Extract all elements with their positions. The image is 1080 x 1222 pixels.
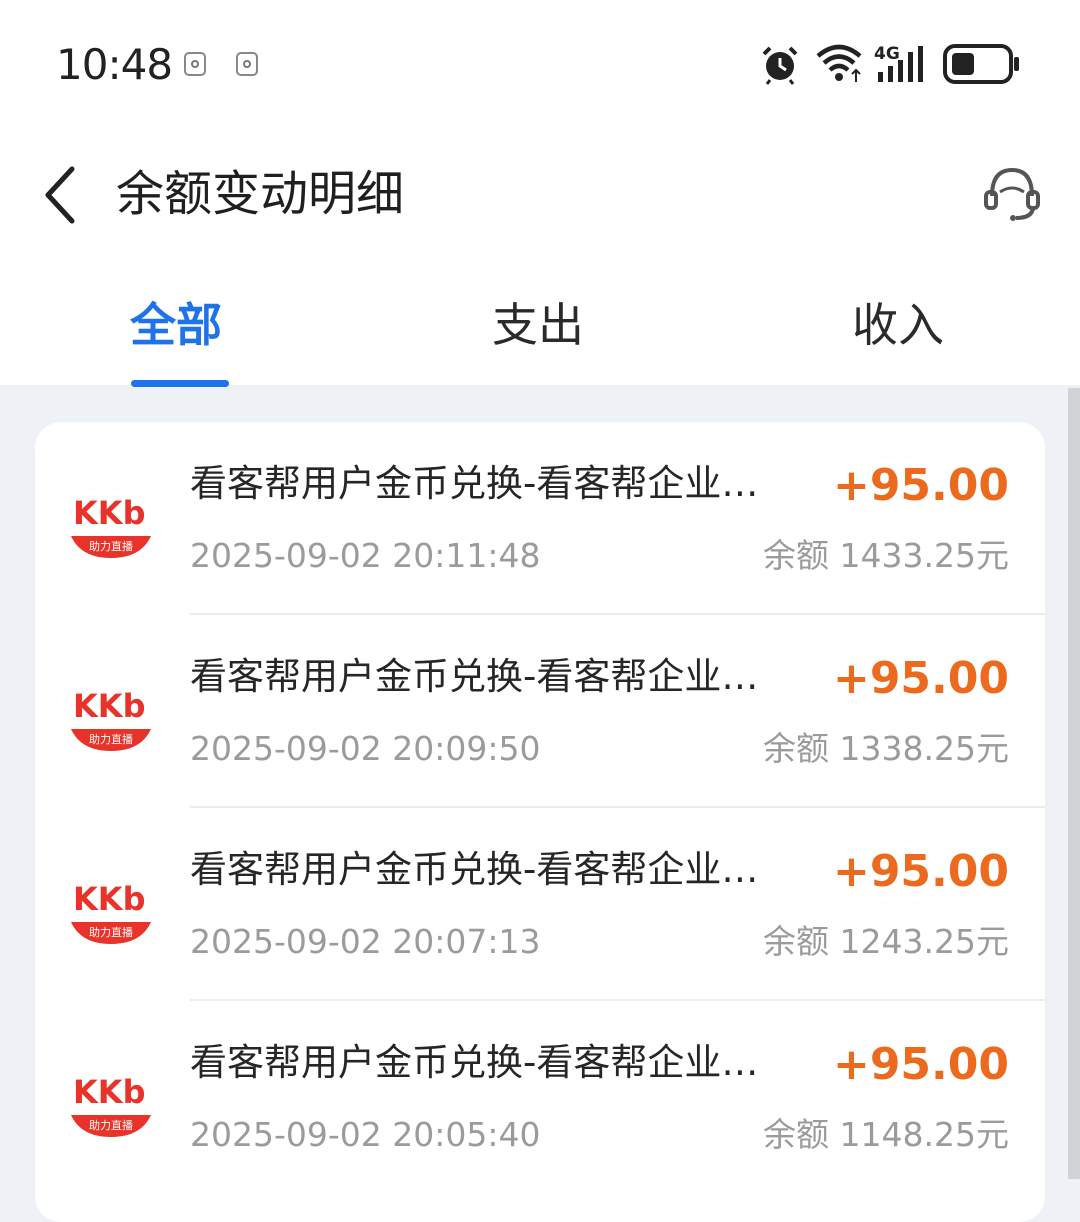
balance-value: 1433.25元 (839, 536, 1009, 575)
svg-text:KKb: KKb (73, 880, 146, 918)
svg-text:KKb: KKb (73, 1073, 146, 1111)
balance-label: 余额 (763, 1115, 830, 1154)
svg-text:KKb: KKb (73, 687, 146, 725)
svg-text:助力直播: 助力直播 (89, 925, 133, 939)
status-time: 10:48 (56, 40, 173, 89)
balance-after: 余额 1243.25元 (763, 920, 1009, 964)
customer-service-icon (984, 167, 1040, 221)
kkb-logo-icon: KKb 助力直播 (71, 687, 151, 751)
balance-after: 余额 1433.25元 (763, 534, 1009, 578)
transaction-row[interactable]: KKb 助力直播 看客帮用户金币兑换-看客帮企业… +95.00 2025-09… (35, 1001, 1045, 1194)
balance-after: 余额 1148.25元 (763, 1113, 1009, 1157)
transaction-amount: +95.00 (832, 846, 1009, 897)
top-bar-area: 10:48 4G 余额变动明细 全部 支出 收入 (0, 0, 1080, 387)
transaction-time: 2025-09-02 20:11:48 (190, 536, 541, 575)
transaction-amount: +95.00 (832, 460, 1009, 511)
kkb-logo-icon: KKb 助力直播 (71, 494, 151, 558)
notification-icon (184, 52, 206, 76)
customer-service-button[interactable] (980, 162, 1044, 226)
transaction-row[interactable]: KKb 助力直播 看客帮用户金币兑换-看客帮企业… +95.00 2025-09… (35, 808, 1045, 1001)
balance-label: 余额 (763, 922, 830, 961)
svg-text:助力直播: 助力直播 (89, 539, 133, 553)
svg-text:KKb: KKb (73, 494, 146, 532)
page-title: 余额变动明细 (116, 166, 405, 222)
transaction-title: 看客帮用户金币兑换-看客帮企业… (190, 462, 759, 505)
alarm-icon (762, 46, 798, 85)
signal-4g-icon: 4G (874, 44, 923, 82)
balance-label: 余额 (763, 536, 830, 575)
transaction-time: 2025-09-02 20:05:40 (190, 1115, 541, 1154)
tab-all[interactable]: 全部 (130, 292, 222, 358)
balance-value: 1148.25元 (839, 1115, 1009, 1154)
transaction-time: 2025-09-02 20:09:50 (190, 729, 541, 768)
tab-expense[interactable]: 支出 (492, 292, 584, 358)
balance-label: 余额 (763, 729, 830, 768)
balance-value: 1243.25元 (839, 922, 1009, 961)
transaction-time: 2025-09-02 20:07:13 (190, 922, 541, 961)
transaction-title: 看客帮用户金币兑换-看客帮企业… (190, 848, 759, 891)
balance-after: 余额 1338.25元 (763, 727, 1009, 771)
transaction-amount: +95.00 (832, 653, 1009, 704)
chevron-left-icon (45, 166, 75, 224)
svg-text:4G: 4G (874, 44, 900, 64)
transaction-title: 看客帮用户金币兑换-看客帮企业… (190, 1041, 759, 1084)
back-button[interactable] (34, 160, 86, 230)
active-tab-indicator (131, 380, 229, 387)
transaction-row[interactable]: KKb 助力直播 看客帮用户金币兑换-看客帮企业… +95.00 2025-09… (35, 422, 1045, 615)
svg-text:助力直播: 助力直播 (89, 1118, 133, 1132)
wifi-icon (816, 44, 862, 82)
notification-icon (236, 52, 258, 76)
kkb-logo-icon: KKb 助力直播 (71, 1073, 151, 1137)
svg-text:助力直播: 助力直播 (89, 732, 133, 746)
transaction-amount: +95.00 (832, 1039, 1009, 1090)
battery-icon (943, 44, 1019, 84)
balance-value: 1338.25元 (839, 729, 1009, 768)
scrollbar[interactable] (1068, 388, 1080, 1179)
transaction-row[interactable]: KKb 助力直播 看客帮用户金币兑换-看客帮企业… +95.00 2025-09… (35, 615, 1045, 808)
transaction-title: 看客帮用户金币兑换-看客帮企业… (190, 655, 759, 698)
transaction-list: KKb 助力直播 看客帮用户金币兑换-看客帮企业… +95.00 2025-09… (35, 422, 1045, 1222)
tab-income[interactable]: 收入 (852, 292, 944, 358)
kkb-logo-icon: KKb 助力直播 (71, 880, 151, 944)
